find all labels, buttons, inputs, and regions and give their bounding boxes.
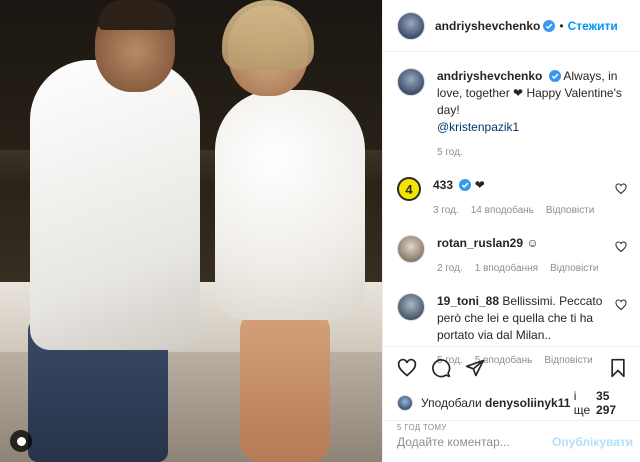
separator-dot: • (559, 18, 564, 33)
caption-username[interactable]: andriyshevchenko (437, 69, 542, 83)
publish-button[interactable]: Опублікувати (552, 435, 633, 449)
comment-meta: 3 год. 14 вподобань Відповісти (433, 202, 627, 219)
add-comment-bar: Опублікувати (383, 420, 640, 462)
commenter-avatar[interactable]: 4 (397, 177, 421, 201)
comment-username[interactable]: 433 (433, 178, 453, 192)
verified-icon (548, 70, 561, 82)
comment-likes[interactable]: 14 вподобань (471, 202, 534, 219)
comment-row: 4 433 ❤ 3 год. 14 вподобань Відповісти (397, 177, 627, 219)
commenter-avatar[interactable] (397, 293, 425, 321)
comment-body: rotan_ruslan29 ☺ 2 год. 1 вподобання Від… (437, 235, 627, 277)
caption-meta: 5 год. (437, 144, 627, 161)
likes-suffix: і ще (573, 389, 591, 417)
comment-time[interactable]: 2 год. (437, 260, 463, 277)
liker-username[interactable]: denysoliinyk11 (485, 396, 570, 410)
commenter-avatar[interactable] (397, 235, 425, 263)
comment-body: 433 ❤ 3 год. 14 вподобань Відповісти (433, 177, 627, 219)
save-bookmark-icon[interactable] (609, 358, 627, 378)
comment-text: ❤ (474, 178, 485, 192)
person-icon (16, 436, 26, 446)
comment-time[interactable]: 3 год. (433, 202, 459, 219)
verified-icon (543, 19, 556, 32)
like-heart-icon[interactable] (397, 358, 417, 378)
verified-icon (459, 179, 472, 191)
post-header: andriyshevchenko • Стежити (383, 0, 640, 52)
like-comment-heart-icon[interactable] (615, 299, 627, 311)
like-comment-heart-icon[interactable] (615, 183, 627, 195)
man-hair (98, 0, 176, 30)
author-username[interactable]: andriyshevchenko (435, 19, 540, 33)
woman-legs (240, 310, 330, 462)
woman-dress (215, 90, 365, 320)
liker-avatar[interactable] (397, 395, 413, 411)
man-shirt (30, 60, 200, 350)
follow-button[interactable]: Стежити (568, 19, 618, 33)
caption-body: andriyshevchenko Always, in love, togeth… (437, 68, 627, 161)
comment-input[interactable] (397, 434, 552, 449)
reply-button[interactable]: Відповісти (546, 202, 594, 219)
action-icons-row (397, 353, 627, 383)
share-paper-plane-icon[interactable] (465, 358, 485, 378)
comment-bubble-icon[interactable] (431, 358, 451, 378)
post-side-panel: andriyshevchenko • Стежити andriyshevche… (382, 0, 640, 462)
likes-prefix: Уподобали (421, 396, 482, 410)
author-avatar[interactable] (397, 11, 425, 40)
likes-count[interactable]: 35 297 (596, 389, 627, 417)
like-comment-heart-icon[interactable] (615, 241, 627, 253)
comment-meta: 2 год. 1 вподобання Відповісти (437, 260, 627, 277)
comment-row: rotan_ruslan29 ☺ 2 год. 1 вподобання Від… (397, 235, 627, 277)
comment-username[interactable]: rotan_ruslan29 (437, 236, 523, 250)
comment-text: ☺ (526, 236, 539, 250)
likes-summary: Уподобали denysoliinyk11 і ще 35 297 (397, 389, 627, 417)
woman-hair (222, 0, 314, 70)
caption-row: andriyshevchenko Always, in love, togeth… (397, 68, 627, 161)
author-avatar[interactable] (397, 68, 425, 96)
comments-list: andriyshevchenko Always, in love, togeth… (383, 52, 640, 366)
post-photo[interactable] (0, 0, 382, 462)
caption-mention[interactable]: @kristenpazik1 (437, 120, 519, 134)
caption-time[interactable]: 5 год. (437, 144, 463, 161)
tagged-users-button[interactable] (10, 430, 32, 452)
comment-likes[interactable]: 1 вподобання (475, 260, 538, 277)
reply-button[interactable]: Відповісти (550, 260, 598, 277)
comment-username[interactable]: 19_toni_88 (437, 294, 499, 308)
